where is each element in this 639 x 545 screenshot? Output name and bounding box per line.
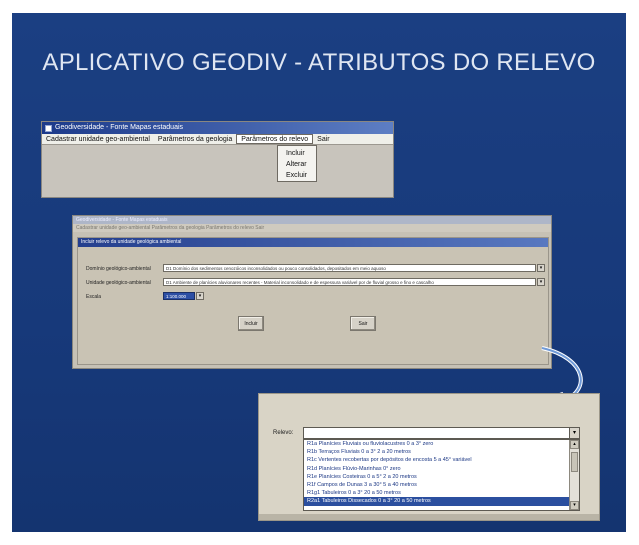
scroll-up-icon[interactable]: ▴ (570, 440, 579, 449)
unidade-dropdown-arrow[interactable]: ▾ (537, 278, 545, 286)
menu-parametros-geologia[interactable]: Parâmetros da geologia (154, 134, 236, 144)
main-app-window: Geodiversidade - Fonte Mapas estaduais C… (41, 121, 394, 198)
list-item[interactable]: R1b Terraços Fluviais 0 a 3° 2 a 20 metr… (304, 448, 579, 456)
menu-item-incluir[interactable]: Incluir (278, 148, 316, 159)
scroll-down-icon[interactable]: ▾ (570, 501, 579, 510)
incluir-button[interactable]: Incluir (238, 316, 264, 331)
relevo-label: Relevo: (273, 430, 294, 436)
menu-cadastrar[interactable]: Cadastrar unidade geo-ambiental (42, 134, 154, 144)
escala-dropdown-arrow[interactable]: ▾ (196, 292, 204, 300)
presentation-slide: APLICATIVO GEODIV - ATRIBUTOS DO RELEVO … (12, 13, 626, 532)
window-titlebar: Geodiversidade - Fonte Mapas estaduais (42, 122, 393, 134)
chevron-down-icon[interactable]: ▾ (569, 428, 579, 438)
list-item[interactable]: R1e Planícies Costeiras 0 a 5° 2 a 20 me… (304, 473, 579, 481)
include-relevo-window: Geodiversidade - Fonte Mapas estaduais C… (72, 215, 552, 369)
relevo-options-list[interactable]: R1a Planícies Fluviais ou fluviolacustre… (303, 439, 580, 511)
list-item[interactable]: R1g1 Tabuleiros 0 a 3° 20 a 50 metros (304, 489, 579, 497)
app-icon (45, 124, 52, 132)
menu-item-alterar[interactable]: Alterar (278, 159, 316, 170)
menu-parametros-relevo[interactable]: Parâmetros do relevo (236, 134, 314, 144)
list-item[interactable]: R1f Campos de Dunas 3 a 30° 5 a 40 metro… (304, 481, 579, 489)
dominio-label: Domínio geológico-ambiental (86, 266, 151, 272)
relevo-dropdown-menu: Incluir Alterar Excluir (277, 145, 317, 182)
relevo-combobox[interactable]: ▾ (303, 427, 580, 439)
menu-sair[interactable]: Sair (313, 134, 333, 144)
slide-title: APLICATIVO GEODIV - ATRIBUTOS DO RELEVO (42, 49, 596, 76)
unidade-label: Unidade geológico-ambiental (86, 280, 151, 286)
list-scrollbar[interactable]: ▴ ▾ (569, 440, 579, 510)
list-item[interactable]: R1d Planícies Flúvio-Marinhas 0° zero (304, 465, 579, 473)
panel-bottom-bar (259, 514, 599, 520)
menu-bar: Cadastrar unidade geo-ambiental Parâmetr… (73, 224, 551, 232)
sair-button[interactable]: Sair (350, 316, 376, 331)
dialog-title: Incluir relevo da unidade geológica ambi… (78, 238, 548, 247)
list-item[interactable]: R1a Planícies Fluviais ou fluviolacustre… (304, 440, 579, 448)
window-title: Geodiversidade - Fonte Mapas estaduais (73, 216, 551, 224)
dominio-field[interactable]: D1 Domínio dos sedimentos cenozóicos inc… (163, 264, 536, 272)
menu-item-excluir[interactable]: Excluir (278, 170, 316, 181)
list-item[interactable]: R1c Vertentes recobertas por depósitos d… (304, 456, 579, 464)
include-relevo-dialog: Incluir relevo da unidade geológica ambi… (77, 237, 549, 365)
unidade-field[interactable]: D1 Ambiente de planícies aluvionares rec… (163, 278, 536, 286)
menu-bar: Cadastrar unidade geo-ambiental Parâmetr… (42, 134, 393, 145)
dominio-dropdown-arrow[interactable]: ▾ (537, 264, 545, 272)
escala-field[interactable]: 1:100.000 (163, 292, 195, 300)
relevo-selector-panel: Relevo: ▾ R1a Planícies Fluviais ou fluv… (258, 393, 600, 521)
window-title: Geodiversidade - Fonte Mapas estaduais (55, 124, 184, 131)
list-item-selected[interactable]: R2a1 Tabuleiros Dissecados 0 a 3° 20 a 5… (304, 497, 579, 506)
scroll-thumb[interactable] (571, 452, 578, 472)
escala-label: Escala (86, 294, 102, 300)
